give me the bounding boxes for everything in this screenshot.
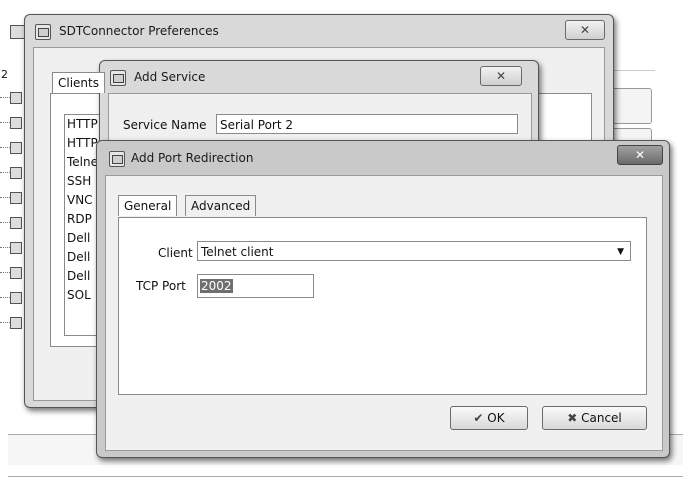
client-select[interactable]: Telnet client ▼ (197, 241, 631, 261)
service-name-label: Service Name (123, 118, 207, 132)
close-button[interactable]: ✕ (480, 66, 522, 86)
tcp-port-input[interactable]: 2002 (197, 274, 314, 298)
client-label: Client (158, 246, 193, 260)
cancel-label: Cancel (581, 411, 622, 425)
service-name-input[interactable]: Serial Port 2 (216, 114, 518, 134)
preferences-title: SDTConnector Preferences (59, 24, 219, 38)
add-port-client: General Advanced Client Telnet client ▼ … (105, 175, 663, 451)
chevron-down-icon[interactable]: ▼ (617, 242, 624, 262)
background-button (612, 88, 652, 124)
tree-node-icon (10, 267, 22, 279)
tree-node-icon (10, 142, 22, 154)
tab-general[interactable]: General (118, 195, 178, 216)
preferences-titlebar[interactable]: SDTConnector Preferences ✕ (25, 15, 613, 45)
tree-node-icon (10, 292, 22, 304)
cross-icon: ✖ (567, 411, 578, 425)
ok-label: OK (487, 411, 505, 425)
close-button[interactable]: ✕ (565, 20, 605, 40)
add-port-titlebar[interactable]: Add Port Redirection ✕ (97, 141, 669, 171)
tab-clients[interactable]: Clients (52, 72, 105, 93)
background-divider (8, 476, 683, 477)
tcp-port-value: 2002 (200, 279, 233, 293)
close-button[interactable]: ✕ (617, 145, 663, 165)
add-service-titlebar[interactable]: Add Service ✕ (100, 61, 538, 91)
checkmark-icon: ✔ (473, 411, 484, 425)
add-port-redirection-window: Add Port Redirection ✕ General Advanced … (96, 140, 670, 458)
tree-node-icon (10, 192, 22, 204)
add-port-title: Add Port Redirection (131, 151, 254, 165)
tree-node-icon (10, 117, 22, 129)
app-window-icon (110, 70, 126, 86)
add-service-title: Add Service (134, 70, 206, 84)
tree-node-icon (10, 92, 22, 104)
ok-button[interactable]: ✔ OK (450, 406, 528, 430)
client-select-value: Telnet client (201, 245, 274, 259)
app-window-icon (109, 151, 125, 167)
tree-node-icon (10, 242, 22, 254)
tree-node-icon (10, 217, 22, 229)
cancel-button[interactable]: ✖ Cancel (542, 406, 647, 430)
tree-node-icon (10, 167, 22, 179)
tree-node-icon (10, 317, 22, 329)
tcp-port-label: TCP Port (136, 279, 186, 293)
background-text: 2 (1, 68, 8, 81)
app-window-icon (35, 24, 51, 40)
tab-advanced[interactable]: Advanced (185, 195, 257, 216)
